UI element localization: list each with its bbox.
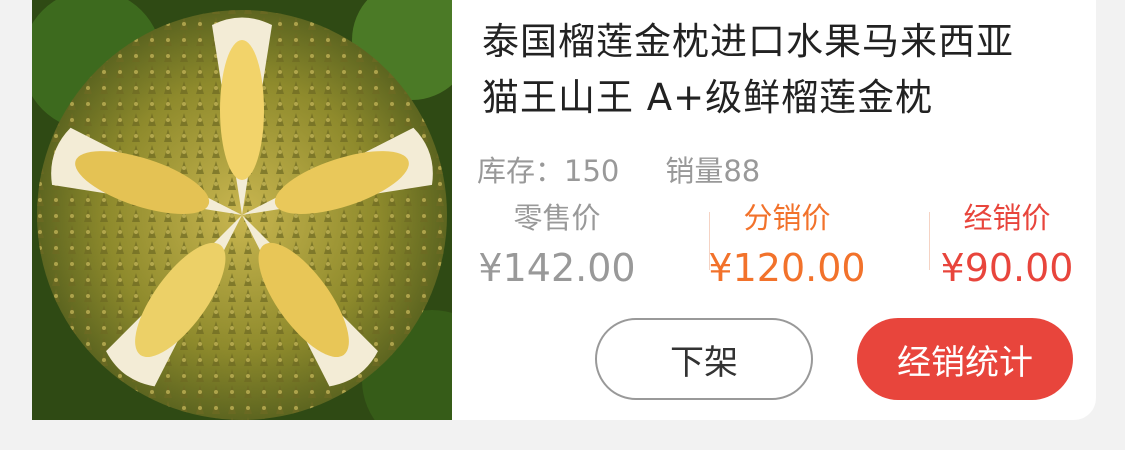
price-row: 零售价 ¥142.00 分销价 ¥120.00 经销价 ¥90.00	[477, 198, 1087, 290]
retail-price-label: 零售价	[513, 201, 601, 235]
product-title[interactable]: 泰国榴莲金枕进口水果马来西亚 猫王山王 A+级鲜榴莲金枕	[482, 14, 1082, 126]
dealer-price-label: 经销价	[963, 201, 1051, 235]
product-title-line-2: 猫王山王 A+级鲜榴莲金枕	[482, 76, 934, 119]
product-title-line-1: 泰国榴莲金枕进口水果马来西亚	[482, 20, 1014, 63]
retail-price-value: ¥142.00	[478, 246, 636, 290]
dealer-price-value: ¥90.00	[940, 246, 1074, 290]
delist-button[interactable]: 下架	[595, 318, 813, 400]
product-image[interactable]	[32, 0, 452, 420]
dealer-stats-button[interactable]: 经销统计	[857, 318, 1073, 400]
product-meta: 库存：150 销量88	[477, 148, 760, 190]
durian-icon	[32, 0, 452, 420]
distribution-price: 分销价 ¥120.00	[687, 198, 887, 296]
distribution-price-value: ¥120.00	[708, 246, 866, 290]
distribution-price-label: 分销价	[743, 201, 831, 235]
stock-count: 库存：150	[477, 154, 620, 188]
retail-price: 零售价 ¥142.00	[457, 198, 657, 296]
product-card[interactable]: 泰国榴莲金枕进口水果马来西亚 猫王山王 A+级鲜榴莲金枕 库存：150 销量88 …	[32, 0, 1096, 420]
sales-count: 销量88	[665, 154, 761, 188]
dealer-price: 经销价 ¥90.00	[907, 198, 1096, 296]
